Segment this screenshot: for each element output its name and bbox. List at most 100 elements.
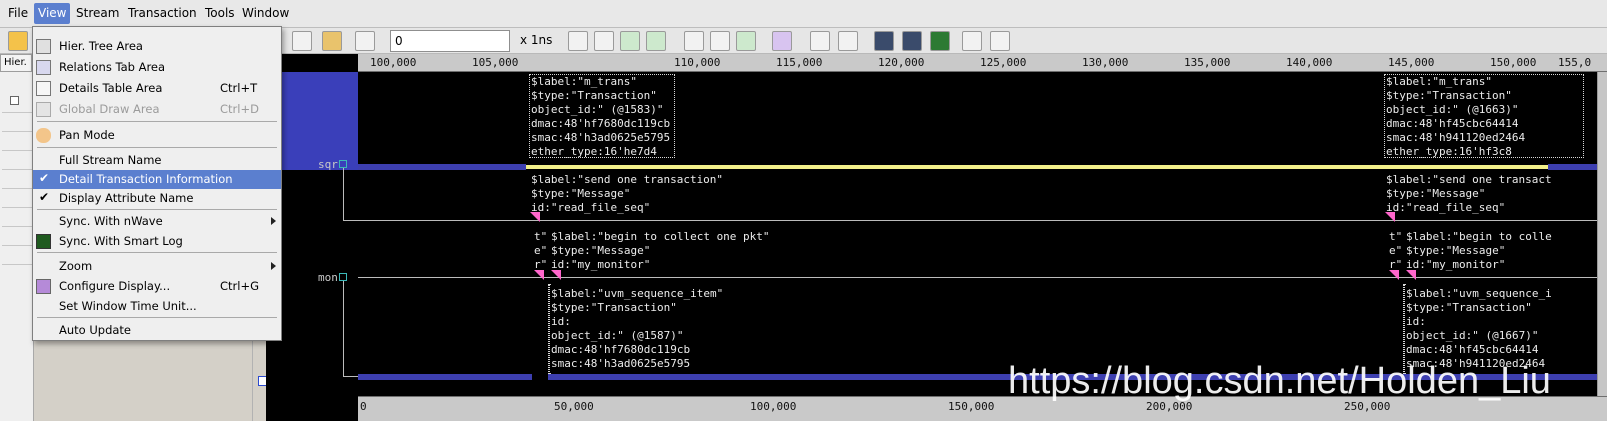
hand-icon — [36, 128, 51, 143]
ruler-label: 50,000 — [554, 400, 594, 413]
message-marker-icon[interactable] — [1385, 212, 1395, 222]
prev-arrow-icon[interactable] — [810, 31, 830, 51]
menu-file[interactable]: File — [8, 6, 28, 20]
tree-collapse-icon[interactable] — [10, 96, 19, 105]
message-send-one-transaction: $label:"send one transaction" $type:"Mes… — [531, 173, 724, 214]
zoom-area-icon[interactable] — [736, 31, 756, 51]
transaction-m-trans-1583: $label:"m_trans" $type:"Transaction" obj… — [531, 75, 671, 158]
transaction-m-trans-1663: $label:"m_trans" $type:"Transaction" obj… — [1386, 75, 1526, 158]
tree-row-divider — [2, 131, 32, 132]
ruler-label: 0 — [360, 400, 367, 413]
chip-green-icon[interactable] — [930, 31, 950, 51]
menu-separator — [37, 317, 277, 318]
time-ruler-top[interactable]: 100,000 105,000 110,000 115,000 120,000 … — [358, 54, 1607, 72]
watermark-text: https://blog.csdn.net/Holden_Liu — [1008, 360, 1551, 402]
relations-icon — [36, 60, 51, 75]
transaction-uvm-sequence-item-1587: $label:"uvm_sequence_item" $type:"Transa… — [551, 287, 724, 370]
mon-stream-bar — [358, 374, 532, 380]
ruler-label: 105,000 — [472, 56, 519, 69]
zoom-out-icon[interactable] — [594, 31, 614, 51]
zoom-fit-icon[interactable] — [646, 31, 666, 51]
time-input[interactable] — [390, 30, 510, 52]
menu-item-sync-with-nwave[interactable]: Sync. With nWave — [33, 212, 281, 231]
sqr-stream-bar — [358, 164, 526, 170]
menu-item-set-window-time-unit[interactable]: Set Window Time Unit... — [33, 297, 281, 316]
menu-item-configure-display[interactable]: Configure Display... Ctrl+G — [33, 277, 281, 296]
message-marker-icon[interactable] — [534, 270, 544, 280]
cursor-icon[interactable] — [292, 31, 312, 51]
zoom-100-icon[interactable] — [568, 31, 588, 51]
message-marker-icon[interactable] — [551, 270, 561, 280]
menu-view[interactable]: View — [34, 3, 71, 24]
menu-separator — [37, 121, 277, 122]
ruler-label: 100,000 — [750, 400, 797, 413]
menu-item-hier-tree-area[interactable]: Hier. Tree Area — [33, 37, 281, 56]
lane-baseline — [358, 277, 1607, 278]
message-truncated: t" e" r" — [1389, 230, 1403, 271]
ruler-label: 120,000 — [878, 56, 925, 69]
ruler-label: 145,000 — [1388, 56, 1435, 69]
menu-item-pan-mode[interactable]: Pan Mode — [33, 126, 281, 145]
message-marker-icon[interactable] — [1389, 270, 1399, 280]
tree-row-divider — [2, 226, 32, 227]
lane-baseline — [358, 220, 1607, 221]
expand-mon-icon[interactable] — [339, 273, 347, 281]
menu-item-sync-with-smart-log[interactable]: Sync. With Smart Log — [33, 232, 281, 251]
transaction-box-edge — [548, 284, 550, 374]
message-marker-icon[interactable] — [530, 212, 540, 222]
menu-item-detail-transaction-information[interactable]: ✔ Detail Transaction Information — [33, 170, 281, 189]
bookmark-icon[interactable] — [962, 31, 982, 51]
view-menu-dropdown: Hier. Tree Area Relations Tab Area Detai… — [32, 26, 282, 341]
menu-separator — [37, 147, 277, 148]
ruler-label: 130,000 — [1082, 56, 1129, 69]
signal-sqr[interactable]: sqr — [318, 158, 338, 171]
ruler-label: 135,000 — [1184, 56, 1231, 69]
table-icon — [36, 81, 51, 96]
menu-item-details-table-area[interactable]: Details Table Area Ctrl+T — [33, 79, 281, 98]
zoom-prev-icon[interactable] — [684, 31, 704, 51]
waveform-icon[interactable] — [874, 31, 894, 51]
draw-icon — [36, 102, 51, 117]
menu-item-zoom[interactable]: Zoom — [33, 257, 281, 276]
waveform-draw-area[interactable]: $label:"m_trans" $type:"Transaction" obj… — [358, 72, 1607, 396]
vertical-scrollbar[interactable] — [1597, 72, 1607, 396]
ruler-label: 150,000 — [948, 400, 995, 413]
tree-row-divider — [2, 169, 32, 170]
check-icon: ✔ — [39, 190, 50, 204]
tree-icon — [36, 39, 51, 54]
tree-row-divider — [2, 264, 32, 265]
chip-icon[interactable] — [902, 31, 922, 51]
menu-separator — [37, 209, 277, 210]
menu-separator — [37, 252, 277, 253]
menu-item-auto-update[interactable]: Auto Update — [33, 321, 281, 340]
zoom-next-icon[interactable] — [710, 31, 730, 51]
menu-window[interactable]: Window — [242, 6, 289, 20]
ruler-label: 100,000 — [370, 56, 417, 69]
message-truncated: t" e" r" — [534, 230, 548, 271]
menu-item-full-stream-name[interactable]: Full Stream Name — [33, 151, 281, 170]
menu-stream[interactable]: Stream — [76, 6, 119, 20]
menu-item-relations-tab-area[interactable]: Relations Tab Area — [33, 58, 281, 77]
menu-item-display-attribute-name[interactable]: ✔ Display Attribute Name — [33, 189, 281, 208]
marker-icon[interactable] — [772, 31, 792, 51]
menu-transaction[interactable]: Transaction — [128, 6, 197, 20]
tree-connector — [343, 281, 344, 376]
menu-tools[interactable]: Tools — [205, 6, 235, 20]
settings-icon[interactable] — [990, 31, 1010, 51]
hier-tree — [0, 72, 34, 421]
tree-row-divider — [2, 245, 32, 246]
message-marker-icon[interactable] — [1406, 270, 1416, 280]
tab-hier[interactable]: Hier. — [0, 54, 32, 72]
signal-icon[interactable] — [322, 31, 342, 51]
transaction-uvm-sequence-item-1667: $label:"uvm_sequence_i $type:"Transactio… — [1406, 287, 1552, 370]
next-arrow-icon[interactable] — [838, 31, 858, 51]
zoom-in-icon[interactable] — [620, 31, 640, 51]
menu-bar: File View Stream Transaction Tools Windo… — [0, 0, 1607, 28]
tree-connector — [343, 220, 358, 221]
signal-mon[interactable]: mon — [318, 271, 338, 284]
ruler-label: 150,000 — [1490, 56, 1537, 69]
open-folder-icon[interactable] — [8, 31, 28, 51]
expand-sqr-icon[interactable] — [339, 160, 347, 168]
search-icon[interactable] — [355, 31, 375, 51]
sqr-active-transaction-bar[interactable] — [526, 165, 1548, 169]
